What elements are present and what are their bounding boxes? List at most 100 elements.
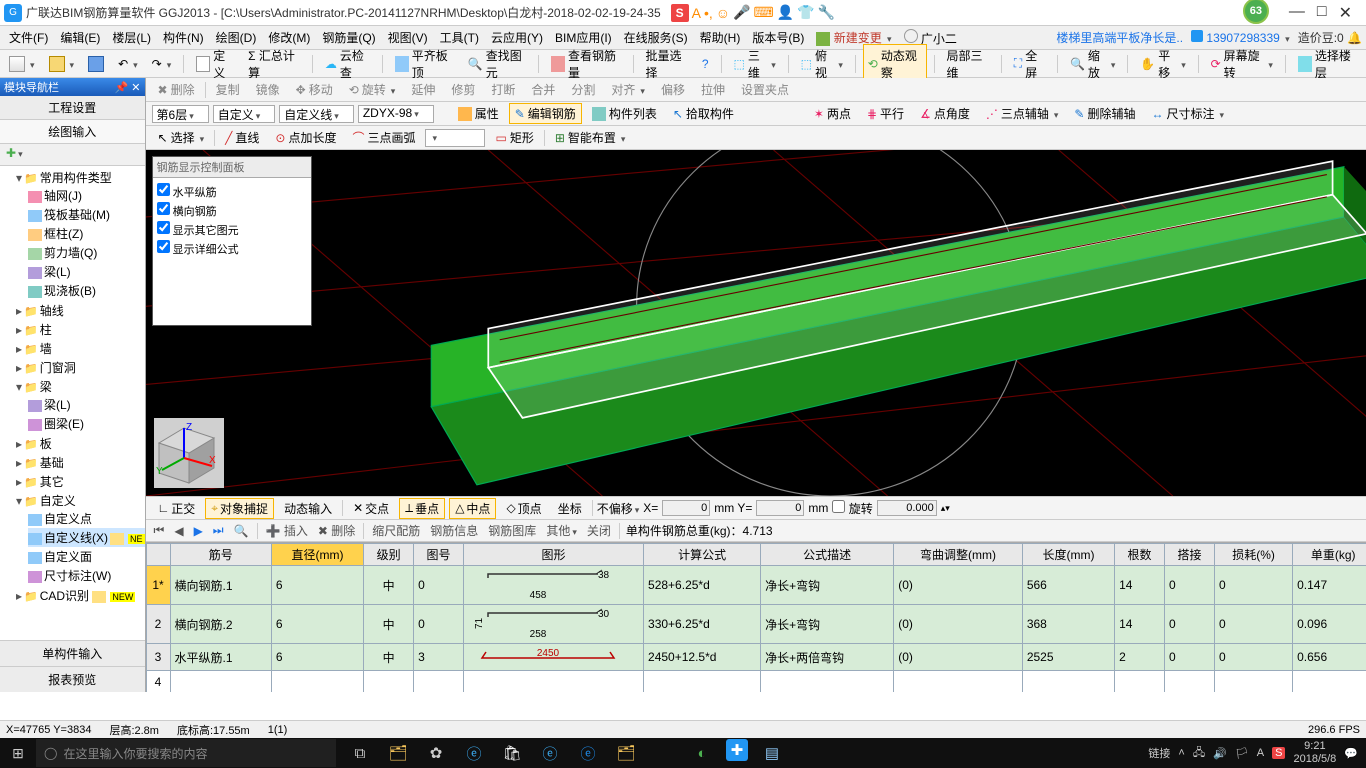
copy-btn[interactable]: 复制 [210,79,246,100]
nav-last[interactable]: ⏭ [211,523,226,538]
offset-btn[interactable]: 偏移 [655,79,691,100]
tree-found[interactable]: ▸基础 [14,453,145,472]
redo-button[interactable]: ↷ [147,54,177,74]
dim-btn[interactable]: ↔尺寸标注 [1145,103,1230,124]
rebar-display-panel[interactable]: 钢筋显示控制面板 水平纵筋 横向钢筋 显示其它图元 显示详细公式 [152,156,312,326]
mid-btn[interactable]: △ 中点 [449,498,496,519]
menu-file[interactable]: 文件(F) [4,27,53,48]
open-button[interactable] [44,53,80,75]
tray-vol-icon[interactable]: 🔊 [1213,747,1227,760]
save-button[interactable] [83,53,109,75]
tree-custom[interactable]: ▾自定义 自定义点 自定义线(X)NE 自定义面 尺寸标注(W) [14,491,145,586]
pick-comp-btn[interactable]: ↖拾取构件 [667,103,740,124]
tree-opening[interactable]: ▸门窗洞 [14,358,145,377]
rebar-table-wrap[interactable]: 筋号 直径(mm) 级别 图号 图形 计算公式 公式描述 弯曲调整(mm) 长度… [146,542,1366,692]
code-select[interactable]: ZDYX-98 [358,105,434,123]
nav-first[interactable]: ⏮ [152,523,167,538]
tree-col[interactable]: ▸柱 [14,320,145,339]
delete-btn[interactable]: ✖ 删除 [152,79,201,100]
tab-draw-input[interactable]: 绘图输入 [0,120,145,144]
delete-row-btn[interactable]: ✖ 删除 [316,522,357,539]
ptlen-tool[interactable]: ⊙点加长度 [269,127,342,148]
rotate-btn[interactable]: ⟲ 旋转 [343,79,402,100]
tab-report-preview[interactable]: 报表预览 [0,666,145,692]
help-icon[interactable]: ? [697,54,714,74]
tree-axis-grid[interactable]: 轴网(J) [28,186,145,205]
arc3-tool[interactable]: ⌒三点画弧 [346,127,421,148]
ime-smile-icon[interactable]: ☺ [716,5,730,21]
offset-select[interactable]: 不偏移 [597,500,640,517]
other-btn[interactable]: 其他 [544,522,579,539]
minimize-button[interactable]: — [1289,3,1305,23]
table-row[interactable]: 2横向钢筋.26中03071258330+6.25*d净长+弯钩(0)36814… [146,605,1366,644]
delaxis-btn[interactable]: ✎删除辅轴 [1068,103,1141,124]
tab-project-settings[interactable]: 工程设置 [0,96,145,120]
tray-s-icon[interactable]: S [1272,747,1285,759]
app-icon-1[interactable]: ✿ [422,739,450,767]
tree-slab2[interactable]: ▸板 [14,434,145,453]
tree-axis[interactable]: ▸轴线 [14,301,145,320]
tree-slab[interactable]: 现浇板(B) [28,281,145,300]
ime-shirt-icon[interactable]: 👕 [797,4,814,21]
file-explorer-icon[interactable]: 🗂 [384,739,412,767]
extend-btn[interactable]: 延伸 [405,79,441,100]
intersect-btn[interactable]: ✕ 交点 [347,498,395,519]
tree-beam[interactable]: 梁(L) [28,262,145,281]
y-input[interactable] [756,500,804,516]
pin-icon[interactable]: 📌 ✕ [115,81,141,94]
ime-mic-icon[interactable]: 🎤 [733,4,750,21]
ie-icon[interactable]: ⓔ [574,739,602,767]
tray-link[interactable]: 链接 [1148,745,1170,761]
360-icon[interactable]: ◐ [688,739,716,767]
tree-raft[interactable]: 筏板基础(M) [28,205,145,224]
edge-icon[interactable]: ⓔ [460,739,488,767]
foot-btn[interactable]: ⟂ 垂点 [399,498,445,519]
undo-button[interactable]: ↶ [113,54,143,74]
nav-prev[interactable]: ◀ [172,524,185,538]
tab-single-component[interactable]: 单构件输入 [0,640,145,666]
menu-floor[interactable]: 楼层(L) [107,27,156,48]
tray-clock[interactable]: 9:212018/5/8 [1293,740,1336,766]
edge2-icon[interactable]: ⓔ [536,739,564,767]
tray-lang-icon[interactable]: 🏳 [1235,747,1249,760]
parallel-btn[interactable]: ⋕平行 [861,103,910,124]
split-btn[interactable]: 分割 [565,79,601,100]
osnap-btn[interactable]: ⌖ 对象捕捉 [205,498,274,519]
x-input[interactable] [662,500,710,516]
stretch-btn[interactable]: 拉伸 [695,79,731,100]
ime-keyboard-icon[interactable]: ⌨ [754,4,774,21]
rebar-table[interactable]: 筋号 直径(mm) 级别 图号 图形 计算公式 公式描述 弯曲调整(mm) 长度… [146,543,1366,692]
nav-find[interactable]: 🔍 [232,524,251,538]
tray-a-icon[interactable]: A [1257,747,1264,759]
insert-btn[interactable]: ➕ 插入 [264,522,310,539]
table-row[interactable]: 4 [146,671,1366,693]
ime-sogou-icon[interactable]: S [671,4,689,22]
line-select[interactable]: 自定义线 [279,105,354,123]
break-btn[interactable]: 打断 [485,79,521,100]
threeaxis-btn[interactable]: ⋰三点辅轴 [980,103,1065,124]
3d-viewport[interactable]: Z X Y 钢筋显示控制面板 水平纵筋 横向钢筋 显示其它图元 显示详细公式 [146,150,1366,496]
tree-wall[interactable]: ▸墙 [14,339,145,358]
store-icon[interactable]: 🛍 [498,739,526,767]
table-row[interactable]: 3水平纵筋.16中324502450+12.5*d净长+两倍弯钩(0)25252… [146,644,1366,671]
table-row[interactable]: 1*横向钢筋.16中038458528+6.25*d净长+弯钩(0)566140… [146,566,1366,605]
ime-wrench-icon[interactable]: 🔧 [818,4,835,21]
tree-shearwall[interactable]: 剪力墙(Q) [28,243,145,262]
new-button[interactable] [4,53,40,75]
dyninput-btn[interactable]: 动态输入 [278,498,338,519]
tree-cad[interactable]: ▸CAD识别 NEW [14,586,145,605]
rect-tool[interactable]: ▭矩形 [489,127,539,148]
prop-btn[interactable]: 属性 [452,103,505,124]
ime-person-icon[interactable]: 👤 [777,4,794,21]
menu-edit[interactable]: 编辑(E) [55,27,105,48]
coord-btn[interactable]: 坐标 [552,498,588,519]
tree-column[interactable]: 框柱(Z) [28,224,145,243]
tray-net-icon[interactable]: 🖧 [1193,744,1205,763]
tree-other[interactable]: ▸其它 [14,472,145,491]
taskbar-search[interactable]: ◯ 在这里输入你要搜索的内容 [36,739,336,767]
folder-icon[interactable]: 🗂 [612,739,640,767]
close-btn[interactable]: 关闭 [585,522,613,539]
merge-btn[interactable]: 合并 [525,79,561,100]
draw-combo[interactable] [425,129,485,147]
comp-list-btn[interactable]: 构件列表 [586,103,663,124]
